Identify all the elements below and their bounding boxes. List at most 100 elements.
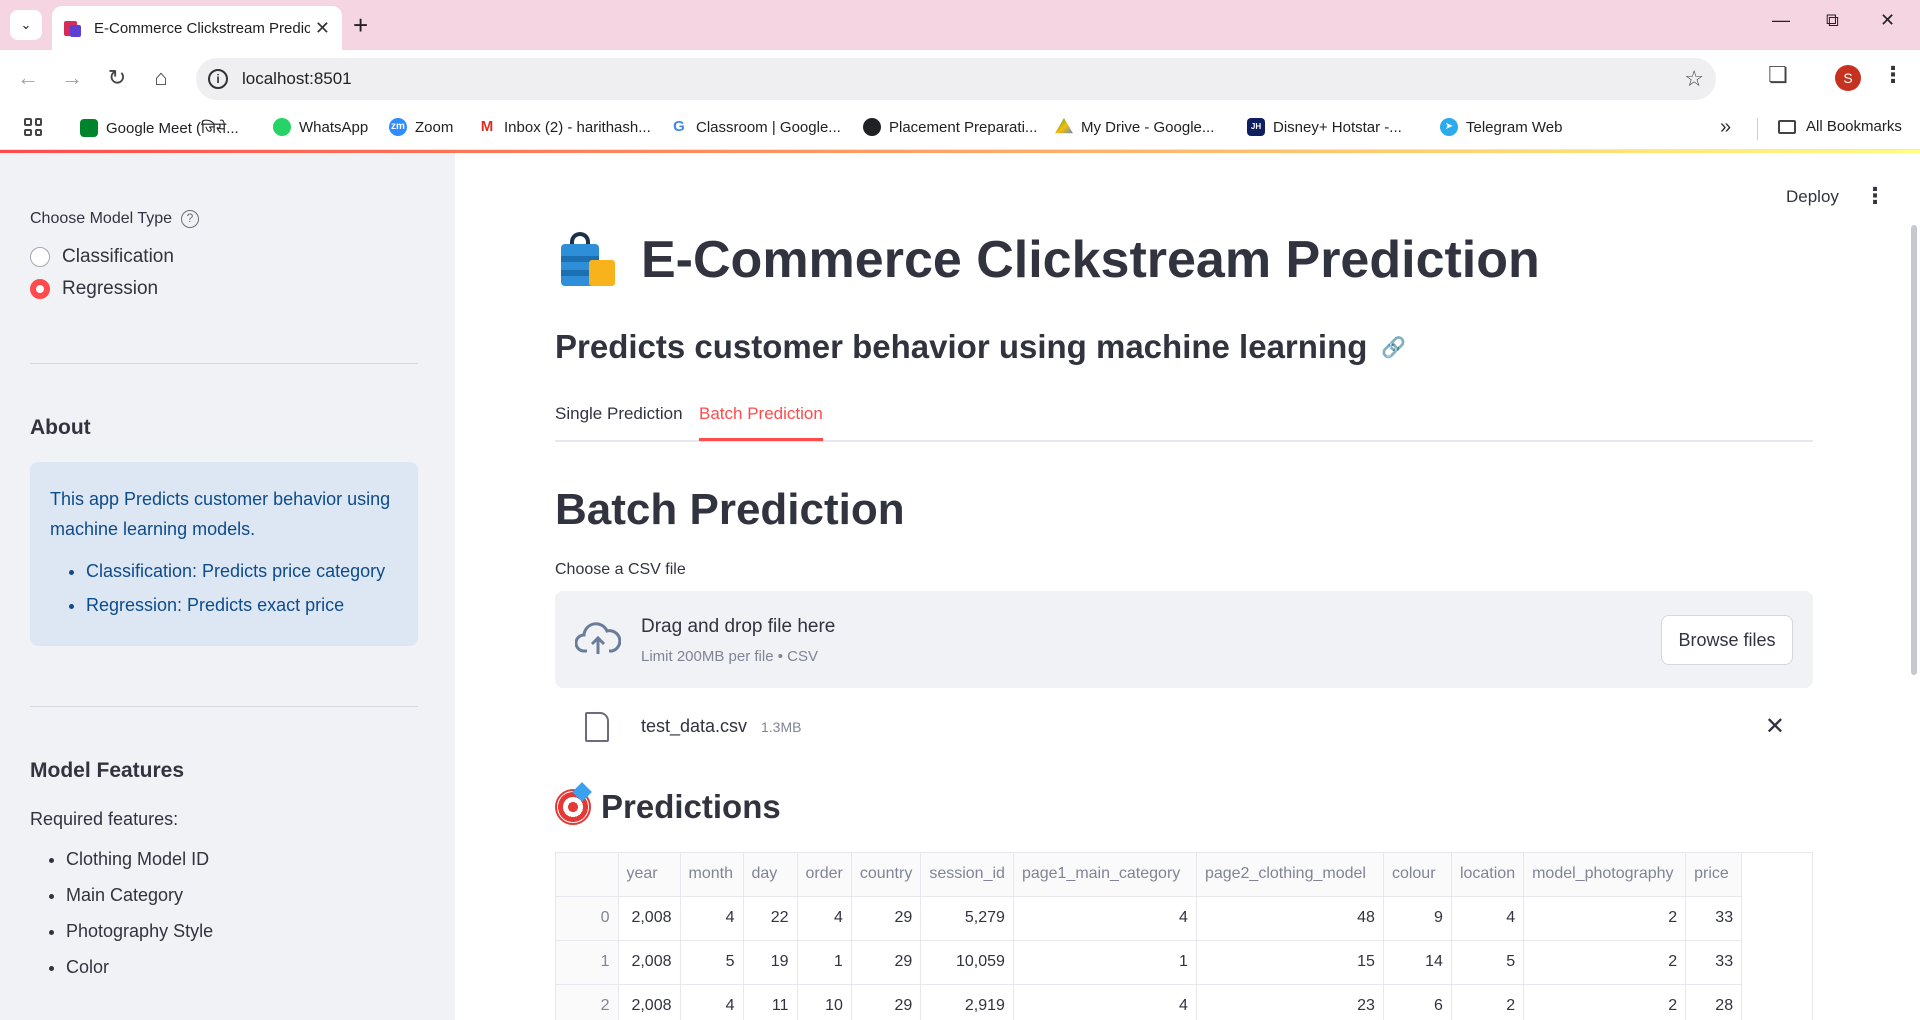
table-cell[interactable]: 2 (1523, 940, 1687, 985)
tab-search-button[interactable]: ⌄ (10, 10, 42, 40)
column-header[interactable]: month (680, 853, 744, 897)
apps-grid-icon[interactable] (24, 118, 42, 136)
column-header[interactable]: location (1451, 853, 1525, 897)
table-cell[interactable]: 1 (1013, 940, 1197, 985)
forward-icon[interactable]: → (58, 64, 86, 92)
table-cell[interactable]: 2,008 (618, 940, 681, 985)
site-info-icon[interactable]: i (208, 69, 228, 89)
table-cell[interactable]: 23 (1196, 984, 1384, 1020)
column-header[interactable]: year (618, 853, 681, 897)
table-cell[interactable]: 4 (1451, 896, 1525, 941)
table-cell[interactable]: 28 (1685, 984, 1743, 1020)
profile-avatar[interactable]: S (1835, 65, 1861, 91)
tab-batch-prediction[interactable]: Batch Prediction (699, 404, 823, 441)
bookmark-placement[interactable]: Placement Preparati... (863, 118, 1037, 136)
table-cell[interactable]: 29 (851, 896, 922, 941)
table-cell[interactable]: 33 (1685, 940, 1743, 985)
table-cell[interactable]: 2 (1451, 984, 1525, 1020)
bookmark-classroom[interactable]: G Classroom | Google... (670, 118, 841, 136)
column-header[interactable]: order (797, 853, 852, 897)
table-cell[interactable]: 15 (1196, 940, 1384, 985)
column-header[interactable]: page2_clothing_model (1196, 853, 1384, 897)
table-cell[interactable]: 48 (1196, 896, 1384, 941)
table-cell[interactable]: 4 (1013, 896, 1197, 941)
table-cell[interactable]: 2,008 (618, 984, 681, 1020)
reload-icon[interactable]: ↻ (103, 64, 131, 92)
table-cell[interactable]: 19 (743, 940, 798, 985)
bookmark-my-drive[interactable]: My Drive - Google... (1055, 118, 1214, 136)
url-text[interactable]: localhost:8501 (242, 69, 352, 89)
restore-icon[interactable]: ⧉ (1826, 10, 1839, 31)
bookmark-zoom[interactable]: zm Zoom (389, 118, 453, 136)
table-cell[interactable]: 1 (797, 940, 852, 985)
table-cell[interactable]: 2 (1523, 984, 1687, 1020)
radio-selected-icon[interactable] (30, 279, 50, 299)
table-cell[interactable]: 4 (1013, 984, 1197, 1020)
predictions-table[interactable]: year month day order country session_id page1_… (555, 852, 1813, 1020)
index-header[interactable] (556, 853, 619, 897)
table-cell[interactable]: 11 (743, 984, 798, 1020)
table-row[interactable]: 2 2,008 4 11 10 29 2,919 4 23 6 2 2 28 (556, 984, 1743, 1020)
row-index[interactable]: 0 (556, 896, 619, 941)
column-header[interactable]: colour (1383, 853, 1452, 897)
bookmark-google-meet[interactable]: Google Meet (जिसे... (80, 118, 239, 138)
scrollbar[interactable] (1911, 225, 1917, 675)
file-dropzone[interactable]: Drag and drop file here Limit 200MB per … (555, 591, 1813, 688)
tab-single-prediction[interactable]: Single Prediction (555, 404, 683, 438)
home-icon[interactable]: ⌂ (147, 64, 175, 92)
table-cell[interactable]: 10,059 (920, 940, 1014, 985)
table-cell[interactable]: 5 (680, 940, 744, 985)
deploy-button[interactable]: Deploy (1786, 187, 1839, 207)
table-cell[interactable]: 4 (680, 896, 744, 941)
extensions-icon[interactable]: ❏ (1768, 62, 1788, 88)
table-cell[interactable]: 2,919 (920, 984, 1014, 1020)
column-header[interactable]: price (1685, 853, 1743, 897)
table-cell[interactable]: 5 (1451, 940, 1525, 985)
window-close-icon[interactable]: ✕ (1880, 10, 1895, 31)
bookmark-gmail[interactable]: M Inbox (2) - harithash... (478, 118, 651, 136)
main-menu-icon[interactable]: ⋮ (1864, 183, 1886, 209)
table-row[interactable]: 1 2,008 5 19 1 29 10,059 1 15 14 5 2 33 (556, 940, 1743, 985)
help-icon[interactable]: ? (181, 210, 200, 228)
back-icon[interactable]: ← (14, 64, 42, 92)
radio-circle-icon[interactable] (30, 247, 50, 267)
radio-classification[interactable]: Classification (30, 246, 174, 268)
table-cell[interactable]: 22 (743, 896, 798, 941)
table-cell[interactable]: 2,008 (618, 896, 681, 941)
table-cell[interactable]: 2 (1523, 896, 1687, 941)
column-header[interactable]: country (851, 853, 922, 897)
table-cell[interactable]: 4 (797, 896, 852, 941)
table-cell[interactable]: 4 (680, 984, 744, 1020)
table-cell[interactable]: 29 (851, 984, 922, 1020)
browse-files-button[interactable]: Browse files (1661, 615, 1793, 665)
table-cell[interactable]: 10 (797, 984, 852, 1020)
table-cell[interactable]: 33 (1685, 896, 1743, 941)
browser-menu-icon[interactable]: ⋮ (1882, 62, 1904, 88)
table-cell[interactable]: 5,279 (920, 896, 1014, 941)
column-header[interactable]: page1_main_category (1013, 853, 1197, 897)
table-cell[interactable]: 14 (1383, 940, 1452, 985)
column-header[interactable]: day (743, 853, 798, 897)
column-header[interactable]: session_id (920, 853, 1014, 897)
browser-tab[interactable]: E-Commerce Clickstream Predic ✕ (52, 6, 342, 50)
column-header[interactable]: model_photography (1523, 853, 1687, 897)
more-bookmarks-icon[interactable]: » (1720, 116, 1731, 139)
bookmark-telegram[interactable]: ➤ Telegram Web (1440, 118, 1562, 136)
bookmark-whatsapp[interactable]: WhatsApp (273, 118, 368, 136)
table-cell[interactable]: 29 (851, 940, 922, 985)
bookmark-hotstar[interactable]: JH Disney+ Hotstar -... (1247, 118, 1402, 136)
table-cell[interactable]: 6 (1383, 984, 1452, 1020)
radio-regression[interactable]: Regression (30, 278, 158, 300)
row-index[interactable]: 1 (556, 940, 619, 985)
new-tab-icon[interactable]: + (353, 10, 368, 40)
all-bookmarks-button[interactable]: All Bookmarks (1778, 118, 1902, 135)
remove-file-icon[interactable]: ✕ (1765, 712, 1785, 741)
row-index[interactable]: 2 (556, 984, 619, 1020)
table-cell[interactable]: 9 (1383, 896, 1452, 941)
anchor-link-icon[interactable]: 🔗 (1381, 335, 1406, 360)
minimize-icon[interactable]: — (1772, 10, 1790, 31)
bookmark-star-icon[interactable]: ☆ (1684, 66, 1704, 92)
table-row[interactable]: 0 2,008 4 22 4 29 5,279 4 48 9 4 2 33 (556, 896, 1743, 941)
tab-close-icon[interactable]: ✕ (315, 18, 330, 39)
address-bar[interactable]: i localhost:8501 ☆ (196, 58, 1716, 100)
